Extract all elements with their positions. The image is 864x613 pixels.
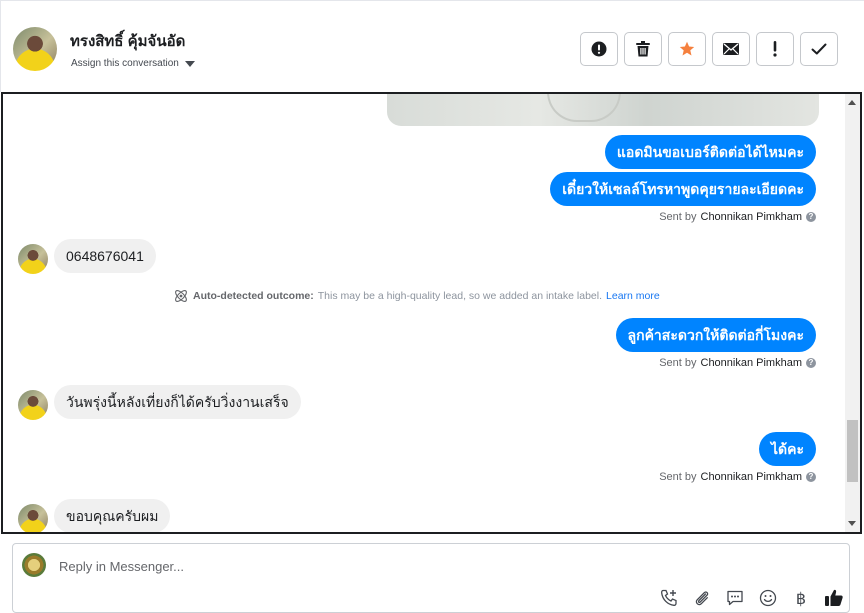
sent-by-prefix: Sent by bbox=[659, 211, 697, 223]
sent-by-prefix: Sent by bbox=[659, 357, 697, 369]
message-bubble-outgoing: ได้คะ bbox=[758, 432, 816, 466]
assign-label: Assign this conversation bbox=[71, 58, 179, 69]
spam-button[interactable] bbox=[580, 32, 618, 66]
follow-up-button[interactable] bbox=[756, 32, 794, 66]
question-icon[interactable]: ? bbox=[806, 212, 816, 222]
alert-circle-icon bbox=[591, 41, 607, 57]
star-button[interactable] bbox=[668, 32, 706, 66]
saved-reply-icon[interactable] bbox=[723, 586, 747, 610]
auto-detected-outcome: Auto-detected outcome: This may be a hig… bbox=[173, 288, 660, 304]
image-attachment[interactable] bbox=[387, 94, 819, 126]
thread-scrollbar[interactable] bbox=[845, 94, 860, 532]
contact-avatar-small bbox=[18, 244, 48, 274]
message-bubble-outgoing: แอดมินขอเบอร์ติดต่อได้ไหมคะ bbox=[604, 135, 816, 169]
question-icon[interactable]: ? bbox=[806, 358, 816, 368]
phone-add-icon[interactable] bbox=[657, 586, 681, 610]
envelope-icon bbox=[723, 43, 739, 55]
contact-avatar-small bbox=[18, 390, 48, 420]
trash-icon bbox=[636, 41, 650, 57]
composer-toolbar: ฿ bbox=[657, 586, 846, 610]
conversation-actions bbox=[580, 32, 838, 66]
scroll-thumb[interactable] bbox=[847, 420, 858, 482]
baht-icon[interactable]: ฿ bbox=[789, 586, 813, 610]
question-icon[interactable]: ? bbox=[806, 472, 816, 482]
sent-by-agent: Chonnikan Pimkham bbox=[700, 211, 803, 223]
outcome-text: This may be a high-quality lead, so we a… bbox=[317, 290, 603, 302]
scroll-up-arrow-icon[interactable] bbox=[848, 100, 856, 105]
message-bubble-incoming: ขอบคุณครับผม bbox=[54, 499, 171, 532]
message-bubble-outgoing: เดี๋ยวให้เซลล์โทรหาพูดคุยรายละเอียดคะ bbox=[550, 172, 816, 206]
sent-by-agent: Chonnikan Pimkham bbox=[700, 471, 803, 483]
message-bubble-incoming: 0648676041 bbox=[54, 239, 156, 273]
delete-button[interactable] bbox=[624, 32, 662, 66]
emoji-icon[interactable] bbox=[756, 586, 780, 610]
reply-input[interactable] bbox=[57, 558, 557, 575]
sent-by-line: Sent by Chonnikan Pimkham ? bbox=[659, 357, 816, 369]
sent-by-line: Sent by Chonnikan Pimkham ? bbox=[659, 211, 816, 223]
assign-conversation-dropdown[interactable]: Assign this conversation bbox=[71, 58, 195, 69]
message-thread[interactable]: แอดมินขอเบอร์ติดต่อได้ไหมคะ เดี๋ยวให้เซล… bbox=[1, 92, 862, 534]
sent-by-prefix: Sent by bbox=[659, 471, 697, 483]
contact-avatar[interactable] bbox=[13, 27, 57, 71]
message-bubble-incoming: วันพรุ่งนี้หลังเที่ยงก็ได้ครับวิ่งงานเสร… bbox=[54, 385, 301, 419]
mark-unread-button[interactable] bbox=[712, 32, 750, 66]
caret-down-icon bbox=[184, 60, 195, 67]
thumbs-up-icon[interactable] bbox=[822, 586, 846, 610]
atom-icon bbox=[175, 290, 187, 302]
conversation-header: ทรงสิทธิ์ คุ้มจันอัด Assign this convers… bbox=[0, 0, 864, 92]
learn-more-link[interactable]: Learn more bbox=[606, 290, 660, 302]
sent-by-agent: Chonnikan Pimkham bbox=[700, 357, 803, 369]
contact-name[interactable]: ทรงสิทธิ์ คุ้มจันอัด bbox=[70, 29, 185, 53]
exclamation-icon bbox=[773, 41, 777, 57]
sent-by-line: Sent by Chonnikan Pimkham ? bbox=[659, 471, 816, 483]
mark-done-button[interactable] bbox=[800, 32, 838, 66]
star-icon bbox=[679, 41, 695, 56]
page-avatar bbox=[22, 553, 46, 577]
outcome-label: Auto-detected outcome: bbox=[193, 290, 314, 302]
reply-composer: ฿ bbox=[12, 543, 850, 613]
contact-avatar-small bbox=[18, 504, 48, 532]
message-bubble-outgoing: ลูกค้าสะดวกให้ติดต่อกี่โมงคะ bbox=[615, 318, 816, 352]
scroll-down-arrow-icon[interactable] bbox=[848, 521, 856, 526]
paperclip-icon[interactable] bbox=[690, 586, 714, 610]
check-icon bbox=[811, 43, 827, 55]
